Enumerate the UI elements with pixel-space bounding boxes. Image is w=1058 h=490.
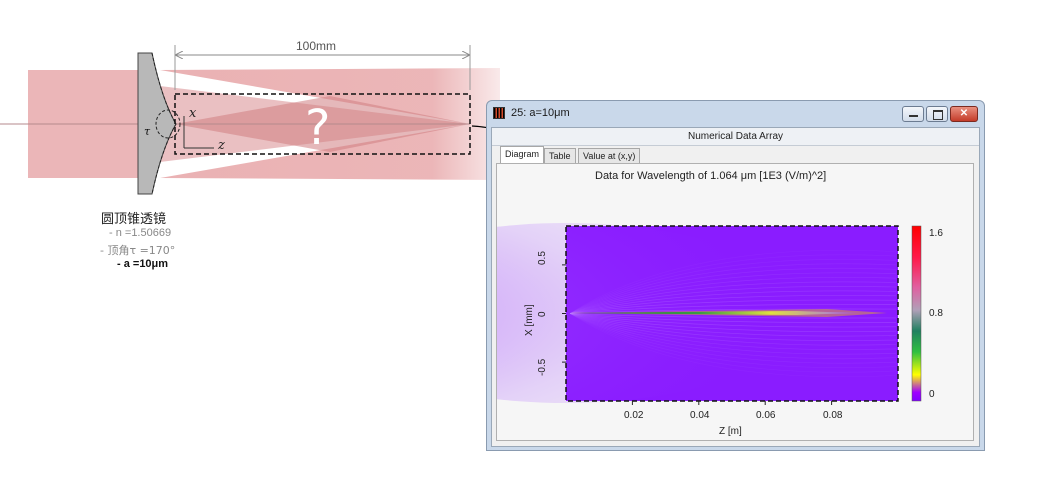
x-tick-label: 0.04: [690, 410, 710, 421]
window-title: 25: a=10μm: [511, 107, 570, 119]
angle-symbol: τ: [144, 125, 151, 138]
restore-icon: [933, 110, 943, 120]
colorbar-tick-label: 0: [929, 389, 935, 400]
tab-diagram[interactable]: Diagram: [500, 146, 545, 163]
y-tick-label: 0.5: [537, 251, 548, 265]
data-array-window: 25: a=10μm ✕ Numerical Data Array Diagra…: [486, 100, 985, 451]
close-icon: ✕: [959, 108, 969, 119]
y-axis-label: X [mm]: [524, 304, 535, 336]
lens-param-n: - n =1.50669: [109, 227, 172, 239]
axis-z-label: z: [218, 138, 225, 153]
distance-label: 100mm: [296, 39, 337, 53]
axis-x-label: x: [189, 106, 197, 121]
lens-param-angle: - 顶角τ =170°: [100, 244, 176, 257]
title-bar[interactable]: 25: a=10μm ✕: [487, 101, 984, 127]
heatmap-figure: [497, 223, 922, 405]
app-icon: [493, 107, 505, 119]
tab-value-at[interactable]: Value at (x,y): [578, 148, 641, 163]
colorbar-tick-label: 1.6: [929, 228, 943, 239]
restore-button[interactable]: [926, 106, 948, 122]
colorbar-tick-label: 0.8: [929, 308, 943, 319]
lens-name: 圆顶锥透镜: [101, 212, 167, 227]
x-tick-label: 0.08: [823, 410, 843, 421]
tab-table[interactable]: Table: [544, 148, 576, 163]
diagram-panel: Data for Wavelength of 1.064 μm [1E3 (V/…: [496, 163, 974, 441]
minimize-button[interactable]: [902, 106, 924, 122]
x-tick-label: 0.06: [756, 410, 776, 421]
y-tick-label: -0.5: [537, 358, 548, 376]
lens-param-a: - a =10μm: [117, 258, 169, 270]
x-tick-label: 0.02: [624, 410, 644, 421]
close-button[interactable]: ✕: [950, 106, 978, 122]
window-content: Numerical Data Array Diagram Table Value…: [491, 127, 980, 447]
window-subheader: Numerical Data Array: [492, 128, 979, 146]
colorbar: [911, 225, 922, 402]
y-tick-label: 0: [537, 311, 548, 317]
x-axis-label: Z [m]: [719, 426, 742, 437]
unknown-mark: ?: [305, 100, 331, 156]
minimize-icon: [909, 115, 918, 117]
